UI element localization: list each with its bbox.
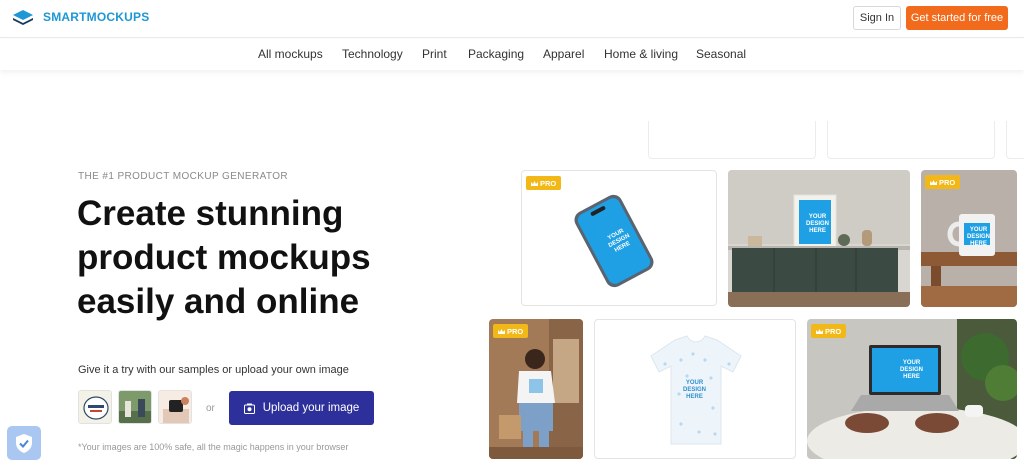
laptop-mockup-tile[interactable]: YOUR DESIGN HERE PRO [807, 319, 1017, 459]
headline-line-3: easily and online [77, 282, 360, 321]
nav-technology[interactable]: Technology [342, 47, 403, 61]
top-header: SMARTMOCKUPS Sign In Get started for fre… [0, 0, 1024, 38]
crown-icon [816, 328, 823, 334]
sample-image-3[interactable] [158, 390, 192, 424]
gallery-tile-partial [1006, 121, 1024, 159]
sample-image-2[interactable] [118, 390, 152, 424]
gallery-tile-partial [648, 121, 816, 159]
crown-icon [930, 179, 937, 185]
upload-button-label: Upload your image [262, 402, 360, 414]
nav-home-living[interactable]: Home & living [604, 47, 678, 61]
design-placeholder-label: YOUR DESIGN HERE [967, 227, 991, 247]
category-nav: All mockups Technology Print Packaging A… [0, 39, 1024, 70]
person-tshirt-mockup-tile[interactable]: PRO [489, 319, 583, 459]
upload-image-icon [243, 403, 255, 414]
frame-mockup-tile[interactable]: YOUR DESIGN HERE [728, 170, 910, 307]
logo-layers-icon [13, 10, 33, 25]
tshirt-mockup-tile[interactable]: YOUR DESIGN HERE [594, 319, 796, 459]
nav-all-mockups[interactable]: All mockups [258, 47, 323, 61]
nav-seasonal[interactable]: Seasonal [696, 47, 746, 61]
or-separator: or [206, 403, 215, 414]
hero-eyebrow: THE #1 PRODUCT MOCKUP GENERATOR [78, 171, 289, 182]
privacy-disclaimer: *Your images are 100% safe, all the magi… [78, 442, 349, 452]
pro-badge: PRO [493, 324, 529, 338]
crown-icon [531, 180, 538, 186]
brand-name: SMARTMOCKUPS [43, 10, 150, 24]
privacy-shield-widget[interactable] [7, 426, 41, 460]
hero-headline: Create stunning product mockups easily a… [77, 192, 457, 324]
headline-line-2: product mockups [77, 238, 371, 277]
mug-mockup-tile[interactable]: YOUR DESIGN HERE PRO [921, 170, 1017, 307]
shield-check-icon [16, 433, 32, 453]
pro-badge: PRO [811, 324, 847, 338]
nav-apparel[interactable]: Apparel [543, 47, 584, 61]
get-started-button[interactable]: Get started for free [906, 6, 1008, 30]
sign-in-button[interactable]: Sign In [853, 6, 901, 30]
hero-tagline: Give it a try with our samples or upload… [78, 364, 349, 376]
upload-image-button[interactable]: Upload your image [229, 391, 374, 425]
brand-logo[interactable]: SMARTMOCKUPS [12, 9, 149, 25]
nav-print[interactable]: Print [422, 47, 447, 61]
design-placeholder-label: YOUR DESIGN HERE [900, 360, 924, 380]
design-placeholder-label: YOUR DESIGN HERE [806, 214, 830, 234]
design-placeholder-label: YOUR DESIGN HERE [683, 380, 707, 400]
crown-icon [498, 328, 505, 334]
gallery-tile-partial [827, 121, 995, 159]
phone-mockup-tile[interactable]: YOUR DESIGN HERE PRO [521, 170, 717, 306]
pro-badge: PRO [925, 175, 961, 189]
pro-badge: PRO [526, 176, 562, 190]
headline-line-1: Create stunning [77, 194, 344, 233]
nav-packaging[interactable]: Packaging [468, 47, 524, 61]
sample-image-1[interactable] [78, 390, 112, 424]
